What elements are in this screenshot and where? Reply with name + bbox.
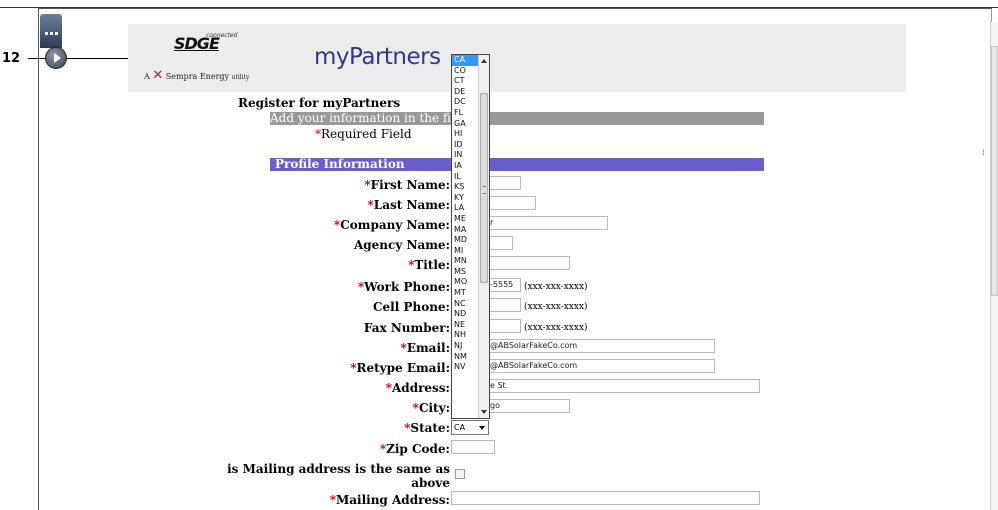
state-option[interactable]: GA [452,119,478,130]
state-option[interactable]: DC [452,97,478,108]
sempra-mark-icon: ✕ [152,68,164,83]
zip-code-label-text: Zip Code: [386,442,450,456]
state-option[interactable]: KS [452,182,478,193]
brand-title: myPartners [314,44,441,70]
state-option[interactable]: ME [452,214,478,225]
state-option[interactable]: MD [452,235,478,246]
dropdown-scrollbar[interactable] [478,55,489,418]
title-label: *Title: [408,258,450,272]
state-label: *State: [404,421,450,435]
retype-email-input[interactable]: @ABSolarFakeCo.com [451,359,715,373]
window-top-edge [0,0,998,8]
scroll-up-icon[interactable] [481,59,487,63]
agency-name-label: Agency Name: [353,238,450,252]
fax-number-label: Fax Number: [363,321,450,335]
scroll-down-icon[interactable] [481,410,487,414]
address-label-text: Address: [392,381,450,395]
state-option[interactable]: NV [452,362,478,373]
first-name-label-text: First Name: [370,178,450,192]
scrollbar-grip-icon: ⁞ [982,148,985,157]
email-label-text: Email: [406,341,450,355]
cell-phone-format-hint: (xxx-xxx-xxxx) [524,302,588,312]
state-option[interactable]: NH [452,330,478,341]
work-phone-format-hint: (xxx-xxx-xxxx) [524,282,588,292]
left-margin [0,8,38,510]
state-option[interactable]: MI [452,246,478,257]
retype-email-label: *Retype Email: [350,361,450,375]
state-option[interactable]: NE [452,320,478,331]
email-label: *Email: [401,341,450,355]
company-name-label: *Company Name: [334,218,450,232]
state-options: CA CO CT DE DC FL GA HI ID IN IA IL KS KY LA ME MA MD MI MN… [452,55,478,373]
state-option[interactable]: IL [452,172,478,183]
state-option[interactable]: HI [452,129,478,140]
state-option[interactable]: NM [452,352,478,363]
state-option[interactable]: CA [452,55,478,66]
state-option[interactable]: CO [452,66,478,77]
address-input[interactable]: e St. [451,379,760,393]
dropdown-scroll-thumb[interactable] [480,93,488,283]
address-label: *Address: [386,381,450,395]
scroll-grip-icon [483,186,486,194]
mailing-same-label-cont: above [411,476,450,490]
state-option[interactable]: DE [452,87,478,98]
state-option[interactable]: ID [452,140,478,151]
mailing-same-checkbox[interactable] [455,469,465,479]
work-phone-label-text: Work Phone: [364,280,450,294]
page-title: Register for myPartners [238,96,401,110]
mailing-same-label: is Mailing address is the same as [227,462,450,476]
sdge-logo-tagline: connected [206,32,238,39]
city-label: *City: [413,401,450,415]
state-option[interactable]: LA [452,203,478,214]
zip-code-label: *Zip Code: [380,442,450,456]
last-name-label: *Last Name: [368,198,450,212]
mailing-address-input[interactable] [451,491,760,505]
state-label-text: State: [410,421,450,435]
step-number: 12 [2,51,21,66]
state-option[interactable]: MN [452,256,478,267]
company-name-label-text: Company Name: [340,218,450,232]
state-dropdown-list[interactable]: CA CO CT DE DC FL GA HI ID IN IA IL KS KY LA ME MA MD MI MN… [451,54,490,419]
zip-code-input[interactable] [451,440,495,454]
state-option[interactable]: MO [452,277,478,288]
required-note-text: Required Field [321,127,412,141]
city-label-text: City: [418,401,450,415]
profile-section-title: Profile Information [275,157,405,171]
state-option[interactable]: IN [452,150,478,161]
cell-phone-label: Cell Phone: [372,300,450,314]
retype-email-label-text: Retype Email: [356,361,451,375]
fax-number-format-hint: (xxx-xxx-xxxx) [524,323,588,333]
title-label-text: Title: [414,258,450,272]
sempra-name: Sempra Energy [165,72,230,81]
mailing-address-label-text: Mailing Address: [335,493,450,507]
state-option[interactable]: ND [452,309,478,320]
page-scrollbar-thumb[interactable] [991,46,998,296]
state-option[interactable]: MS [452,267,478,278]
page-scrollbar[interactable] [990,22,998,510]
state-option[interactable]: FL [452,108,478,119]
step-play-icon[interactable] [45,47,67,69]
state-option[interactable]: NC [452,299,478,310]
last-name-label-text: Last Name: [373,198,450,212]
state-select[interactable]: CA [451,420,489,435]
sempra-logo: A ✕ Sempra Energy utility [144,68,250,83]
recorder-device-icon [40,14,62,48]
email-input[interactable]: @ABSolarFakeCo.com [451,339,715,353]
required-note: *Required Field [315,127,412,141]
state-option[interactable]: CT [452,76,478,87]
mailing-address-label: *Mailing Address: [330,493,450,507]
sempra-suffix: utility [231,74,250,81]
state-option[interactable]: KY [452,193,478,204]
work-phone-label: *Work Phone: [358,280,450,294]
first-name-label: *First Name: [364,178,450,192]
state-option[interactable]: NJ [452,341,478,352]
state-option[interactable]: MA [452,225,478,236]
state-option[interactable]: IA [452,161,478,172]
state-option[interactable]: MT [452,288,478,299]
